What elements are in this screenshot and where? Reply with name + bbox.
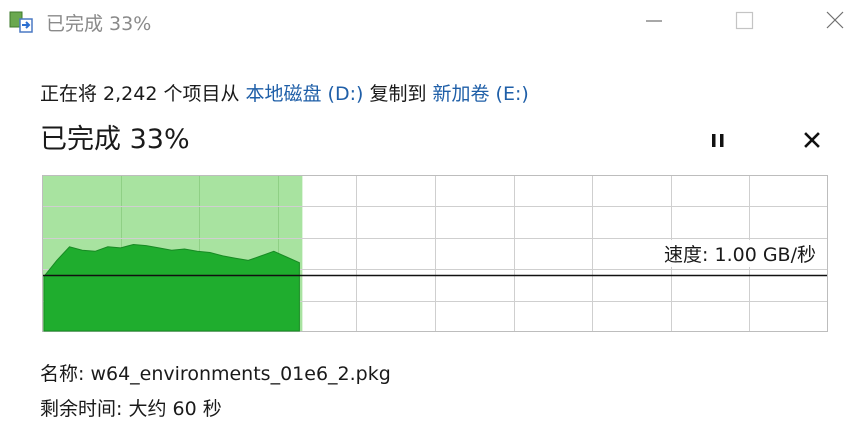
pause-icon bbox=[712, 134, 724, 147]
throughput-area bbox=[43, 243, 300, 332]
source-location-link[interactable]: 本地磁盘 (D:) bbox=[246, 83, 364, 105]
transfer-speed-graph: 速度: 1.00 GB/秒 bbox=[42, 175, 828, 332]
window-title: 已完成 33% bbox=[46, 13, 152, 35]
time-remaining-value: 大约 60 秒 bbox=[128, 398, 222, 420]
file-name-value: w64_environments_01e6_2.pkg bbox=[90, 363, 391, 385]
time-remaining-label: 剩余时间: bbox=[40, 398, 129, 420]
speed-label: 速度: 1.00 GB/秒 bbox=[662, 240, 818, 267]
cancel-icon bbox=[804, 132, 820, 148]
minimize-icon bbox=[646, 20, 662, 22]
pause-button[interactable] bbox=[700, 124, 736, 158]
file-name-label: 名称: bbox=[40, 363, 91, 385]
cancel-button[interactable] bbox=[794, 124, 830, 158]
maximize-icon bbox=[735, 11, 754, 30]
operation-middle: 复制到 bbox=[363, 83, 433, 105]
maximize-button[interactable] bbox=[721, 0, 767, 44]
progress-status: 已完成 33% bbox=[40, 124, 190, 155]
destination-location-link[interactable]: 新加卷 (E:) bbox=[433, 83, 529, 105]
title-bar: 已完成 33% bbox=[0, 0, 860, 44]
minimize-button[interactable] bbox=[631, 0, 677, 44]
operation-description: 正在将 2,242 个项目从 本地磁盘 (D:) 复制到 新加卷 (E:) bbox=[40, 79, 529, 106]
file-name-row: 名称: w64_environments_01e6_2.pkg bbox=[40, 359, 391, 386]
copy-progress-icon bbox=[8, 9, 36, 35]
close-icon bbox=[826, 11, 844, 29]
operation-prefix: 正在将 2,242 个项目从 bbox=[40, 83, 246, 105]
close-button[interactable] bbox=[811, 0, 857, 44]
time-remaining-row: 剩余时间: 大约 60 秒 bbox=[40, 394, 222, 421]
